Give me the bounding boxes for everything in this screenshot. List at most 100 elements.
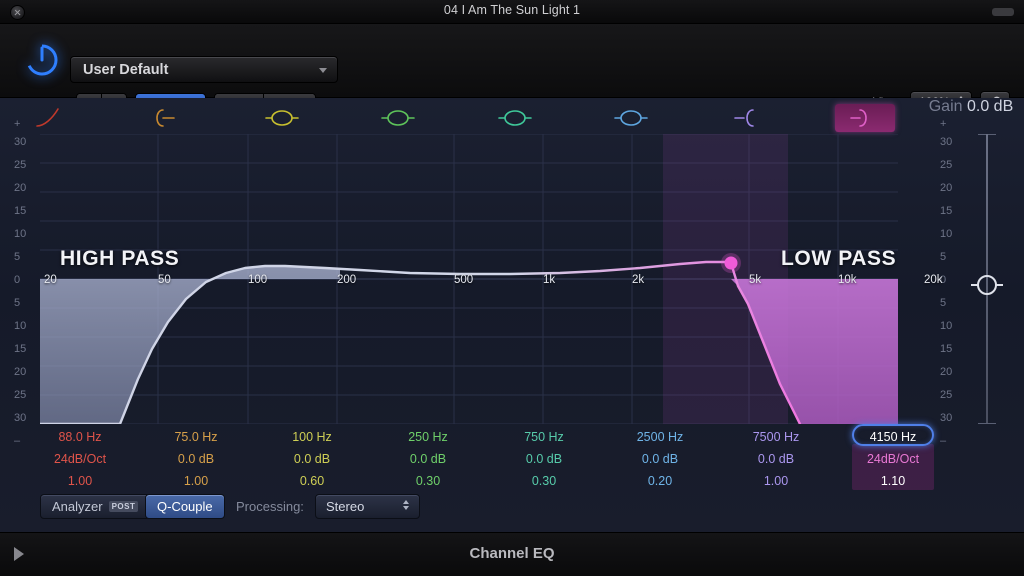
band-3-peak-gain-field[interactable]: 0.0 dB <box>257 448 367 470</box>
db-tick: 5 <box>14 297 21 309</box>
db-tick: 10 <box>14 228 27 240</box>
band-7-highshelf-frequency-field[interactable]: 7500 Hz <box>721 426 831 448</box>
band-8-lowpass-frequency-field[interactable]: 4150 Hz <box>838 426 948 448</box>
power-icon[interactable] <box>24 42 60 78</box>
db-tick: 30 <box>940 412 953 424</box>
band-6-peak-frequency-field[interactable]: 2500 Hz <box>605 426 715 448</box>
gain-label: Gain <box>928 98 963 115</box>
band-1-highpass-gain-field[interactable]: 24dB/Oct <box>25 448 135 470</box>
db-tick: 5 <box>940 251 947 263</box>
db-tick: 20 <box>14 366 27 378</box>
db-tick: 30 <box>940 136 953 148</box>
band-icon-peak-1[interactable] <box>253 104 313 132</box>
db-tick: 30 <box>14 136 27 148</box>
db-tick: 20 <box>940 366 953 378</box>
band-4-peak-params: 250 Hz 0.0 dB 0.30 <box>373 426 483 492</box>
band-5-peak-gain-field[interactable]: 0.0 dB <box>489 448 599 470</box>
stepper-arrows-icon <box>403 500 409 510</box>
band-8-lowpass-q-field[interactable]: 1.10 <box>838 470 948 492</box>
band-icon-peak-3-glyph <box>498 110 532 126</box>
band-7-highshelf-q-field[interactable]: 1.00 <box>721 470 831 492</box>
frequency-tick-label: 10k <box>838 274 857 286</box>
chevron-down-icon <box>319 68 327 73</box>
frequency-tick-label: 1k <box>543 274 556 286</box>
band-4-peak-frequency-field[interactable]: 250 Hz <box>373 426 483 448</box>
band-4-peak-gain-field[interactable]: 0.0 dB <box>373 448 483 470</box>
band-3-peak-params: 100 Hz 0.0 dB 0.60 <box>257 426 367 492</box>
db-tick: 10 <box>940 228 953 240</box>
eq-display-area[interactable]: +30 25 20 15 10 5 0 5 10 15 20 25 30– +30 25 20 15 10 5 0 5… <box>0 98 1024 532</box>
db-scale-plus: + <box>14 118 21 130</box>
band-icon-lowshelf[interactable] <box>138 104 198 132</box>
plugin-window: 04 I Am The Sun Light 1 User Default Com… <box>0 0 1024 576</box>
db-tick: 20 <box>14 182 27 194</box>
processing-value: Stereo <box>326 499 365 514</box>
db-tick: 5 <box>940 297 947 309</box>
band-parameter-table: 88.0 Hz 24dB/Oct 1.00 75.0 Hz 0.0 dB 1.00 100 … <box>0 424 1024 492</box>
db-tick: 15 <box>940 205 953 217</box>
db-tick: 15 <box>14 205 27 217</box>
db-tick: 15 <box>14 343 27 355</box>
frequency-tick-label: 20 <box>44 274 57 286</box>
highpass-region <box>40 266 340 424</box>
frequency-tick-label: 100 <box>248 274 268 286</box>
preset-dropdown[interactable]: User Default <box>70 56 338 83</box>
slider-handle[interactable] <box>971 275 1003 295</box>
processing-select[interactable]: Stereo <box>315 494 420 519</box>
master-gain-column: Gain 0.0 dB <box>928 98 1014 116</box>
frequency-tick-label: 20k <box>924 274 943 286</box>
band-icon-highshelf[interactable] <box>719 104 779 132</box>
db-tick: 10 <box>14 320 27 332</box>
slider-bottom-cap <box>978 423 996 424</box>
db-scale-plus: + <box>940 118 947 130</box>
band-icon-peak-4-glyph <box>614 110 648 126</box>
band-icon-peak-3[interactable] <box>486 104 546 132</box>
db-tick: 15 <box>940 343 953 355</box>
band-icon-lowpass[interactable] <box>835 104 895 132</box>
band-3-peak-frequency-field[interactable]: 100 Hz <box>257 426 367 448</box>
eq-curve-plot[interactable]: HIGH PASS LOW PASS 20 50 100 200 500 1k 2k 5k 10… <box>40 134 943 424</box>
frequency-tick-label: 50 <box>158 274 171 286</box>
band-type-icon-strip <box>0 98 1024 138</box>
frequency-tick-label: 2k <box>632 274 645 286</box>
band-4-peak-q-field[interactable]: 0.30 <box>373 470 483 492</box>
resize-grip-icon[interactable] <box>992 8 1014 16</box>
band-icon-peak-2[interactable] <box>369 104 429 132</box>
frequency-tick-label: 500 <box>454 274 474 286</box>
band-2-lowshelf-q-field[interactable]: 1.00 <box>141 470 251 492</box>
band-1-highpass-q-field[interactable]: 1.00 <box>25 470 135 492</box>
analyzer-post-badge[interactable]: POST <box>108 501 139 512</box>
master-gain-slider[interactable] <box>971 134 1003 424</box>
db-tick: 20 <box>940 182 953 194</box>
band-icon-highshelf-glyph <box>734 109 754 127</box>
band-2-lowshelf-frequency-field[interactable]: 75.0 Hz <box>141 426 251 448</box>
window-title: 04 I Am The Sun Light 1 <box>443 3 581 17</box>
band-icon-peak-2-glyph <box>381 110 415 126</box>
band-8-lowpass-params: 4150 Hz 24dB/Oct 1.10 <box>838 424 948 492</box>
analyzer-button[interactable]: Analyzer POST <box>40 494 151 519</box>
band-icon-peak-4[interactable] <box>602 104 662 132</box>
db-tick: 30 <box>14 412 27 424</box>
db-tick: 25 <box>940 389 953 401</box>
band-6-peak-params: 2500 Hz 0.0 dB 0.20 <box>605 426 715 492</box>
band-1-highpass-frequency-field[interactable]: 88.0 Hz <box>25 426 135 448</box>
band-8-lowpass-gain-field[interactable]: 24dB/Oct <box>838 448 948 470</box>
band-3-peak-q-field[interactable]: 0.60 <box>257 470 367 492</box>
q-couple-button[interactable]: Q-Couple <box>145 494 225 519</box>
band-icon-lowpass-glyph <box>850 109 867 127</box>
frequency-tick-label: 200 <box>337 274 357 286</box>
band-5-peak-params: 750 Hz 0.0 dB 0.30 <box>489 426 599 492</box>
db-tick: 25 <box>14 159 27 171</box>
band-6-peak-gain-field[interactable]: 0.0 dB <box>605 448 715 470</box>
title-bar: 04 I Am The Sun Light 1 <box>0 0 1024 24</box>
band-2-lowshelf-params: 75.0 Hz 0.0 dB 1.00 <box>141 426 251 492</box>
band-5-peak-q-field[interactable]: 0.30 <box>489 470 599 492</box>
high-pass-label: HIGH PASS <box>60 247 180 270</box>
master-gain-value[interactable]: 0.0 dB <box>967 98 1013 115</box>
band-5-peak-frequency-field[interactable]: 750 Hz <box>489 426 599 448</box>
band-icon-lowshelf-glyph <box>156 109 175 127</box>
band-2-lowshelf-gain-field[interactable]: 0.0 dB <box>141 448 251 470</box>
band-7-highshelf-gain-field[interactable]: 0.0 dB <box>721 448 831 470</box>
band-6-peak-q-field[interactable]: 0.20 <box>605 470 715 492</box>
band-7-highshelf-params: 7500 Hz 0.0 dB 1.00 <box>721 426 831 492</box>
